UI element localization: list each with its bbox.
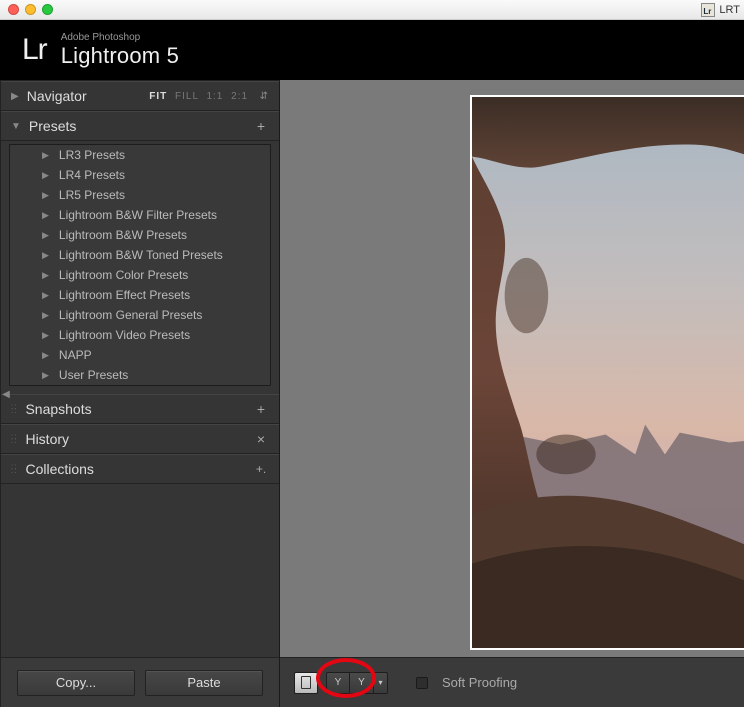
preset-folder[interactable]: Lightroom General Presets [10, 305, 270, 325]
minimize-window-button[interactable] [25, 4, 36, 15]
brand-sup: Adobe Photoshop [61, 32, 179, 43]
bottom-toolbar: Y Y ▾ Soft Proofing [280, 657, 744, 707]
preset-folder-label: Lightroom General Presets [59, 308, 202, 322]
branding-bar: Lr Adobe Photoshop Lightroom 5 [0, 20, 744, 80]
preset-folder[interactable]: Lightroom Color Presets [10, 265, 270, 285]
disclosure-icon [42, 230, 49, 241]
disclosure-icon [42, 310, 49, 321]
traffic-lights [8, 4, 53, 15]
dotted-handle-icon: :::: [11, 465, 17, 473]
compare-dropdown-button[interactable]: ▾ [374, 672, 388, 694]
zoom-2-1[interactable]: 2:1 [231, 91, 248, 102]
lr-logo: Lr [22, 33, 47, 67]
disclosure-icon [42, 330, 49, 341]
add-preset-button[interactable]: + [253, 118, 269, 134]
preset-folder[interactable]: User Presets [10, 365, 270, 385]
left-bottom-bar: Copy... Paste [1, 657, 279, 707]
preset-folder[interactable]: NAPP [10, 345, 270, 365]
preset-folder[interactable]: Lightroom B&W Filter Presets [10, 205, 270, 225]
zoom-window-button[interactable] [42, 4, 53, 15]
disclosure-icon [11, 121, 21, 132]
lr-file-icon [701, 3, 715, 17]
preset-folder-label: NAPP [59, 348, 92, 362]
preset-folder-label: Lightroom B&W Toned Presets [59, 248, 223, 262]
disclosure-icon [42, 210, 49, 221]
preset-folder-label: LR3 Presets [59, 148, 125, 162]
compare-after-button[interactable]: Y [350, 672, 374, 694]
view-mode-group [294, 672, 318, 694]
disclosure-icon [42, 150, 49, 161]
main-area: Y Y ▾ Soft Proofing [280, 80, 744, 707]
zoom-1-1[interactable]: 1:1 [206, 91, 223, 102]
soft-proofing-label: Soft Proofing [442, 675, 517, 690]
disclosure-icon [42, 370, 49, 381]
preset-folder-label: LR4 Presets [59, 168, 125, 182]
preset-folder-label: Lightroom Color Presets [59, 268, 188, 282]
disclosure-icon [42, 270, 49, 281]
disclosure-icon [42, 350, 49, 361]
lrt-tag: LRT [697, 0, 744, 20]
preset-folder[interactable]: Lightroom B&W Toned Presets [10, 245, 270, 265]
add-collection-button[interactable]: +. [253, 462, 269, 476]
presets-list: LR3 Presets LR4 Presets LR5 Presets Lightro… [9, 144, 271, 386]
disclosure-icon [42, 170, 49, 181]
brand-main: Lightroom 5 [61, 43, 179, 69]
image-canvas[interactable] [280, 80, 744, 657]
disclosure-icon [11, 91, 19, 102]
dotted-handle-icon: :::: [11, 405, 17, 413]
presets-header[interactable]: Presets + [1, 111, 279, 141]
presets-body: LR3 Presets LR4 Presets LR5 Presets Lightro… [1, 141, 279, 394]
preset-folder[interactable]: Lightroom B&W Presets [10, 225, 270, 245]
loupe-view-button[interactable] [294, 672, 318, 694]
preset-folder-label: User Presets [59, 368, 128, 382]
compare-before-button[interactable]: Y [326, 672, 350, 694]
zoom-stepper-icon[interactable]: ⇵ [256, 91, 269, 102]
window-titlebar: LRT [0, 0, 744, 20]
left-panel: Navigator FIT FILL 1:1 2:1 ⇵ Presets + L… [0, 80, 280, 707]
dotted-handle-icon: :::: [11, 435, 17, 443]
preset-folder-label: Lightroom B&W Presets [59, 228, 187, 242]
preset-folder[interactable]: Lightroom Video Presets [10, 325, 270, 345]
preset-folder[interactable]: Lightroom Effect Presets [10, 285, 270, 305]
snapshots-header[interactable]: :::: Snapshots + [1, 394, 279, 424]
history-header[interactable]: :::: History × [1, 424, 279, 454]
disclosure-icon [42, 290, 49, 301]
preset-folder-label: Lightroom B&W Filter Presets [59, 208, 217, 222]
navigator-label: Navigator [27, 88, 146, 104]
navigator-header[interactable]: Navigator FIT FILL 1:1 2:1 ⇵ [1, 81, 279, 111]
collections-header[interactable]: :::: Collections +. [1, 454, 279, 484]
compare-view-group: Y Y ▾ [326, 672, 388, 694]
close-window-button[interactable] [8, 4, 19, 15]
collections-label: Collections [25, 461, 253, 477]
preset-folder-label: Lightroom Effect Presets [59, 288, 190, 302]
navigator-zoom-options[interactable]: FIT FILL 1:1 2:1 ⇵ [145, 91, 269, 102]
soft-proofing-checkbox[interactable] [416, 677, 428, 689]
panel-collapse-handle[interactable]: ◀ [0, 385, 12, 403]
lrt-text: LRT [719, 4, 740, 16]
disclosure-icon [42, 250, 49, 261]
add-snapshot-button[interactable]: + [253, 401, 269, 417]
panel-filler [1, 484, 279, 657]
history-label: History [25, 431, 253, 447]
preset-folder[interactable]: LR5 Presets [10, 185, 270, 205]
zoom-fit[interactable]: FIT [149, 91, 167, 102]
copy-button[interactable]: Copy... [17, 670, 135, 696]
preset-folder-label: LR5 Presets [59, 188, 125, 202]
zoom-fill[interactable]: FILL [175, 91, 199, 102]
disclosure-icon [42, 190, 49, 201]
photo-preview[interactable] [470, 95, 744, 650]
snapshots-label: Snapshots [25, 401, 253, 417]
preset-folder[interactable]: LR4 Presets [10, 165, 270, 185]
preset-folder[interactable]: LR3 Presets [10, 145, 270, 165]
presets-label: Presets [29, 118, 253, 134]
paste-button[interactable]: Paste [145, 670, 263, 696]
preset-folder-label: Lightroom Video Presets [59, 328, 190, 342]
clear-history-button[interactable]: × [253, 431, 269, 447]
